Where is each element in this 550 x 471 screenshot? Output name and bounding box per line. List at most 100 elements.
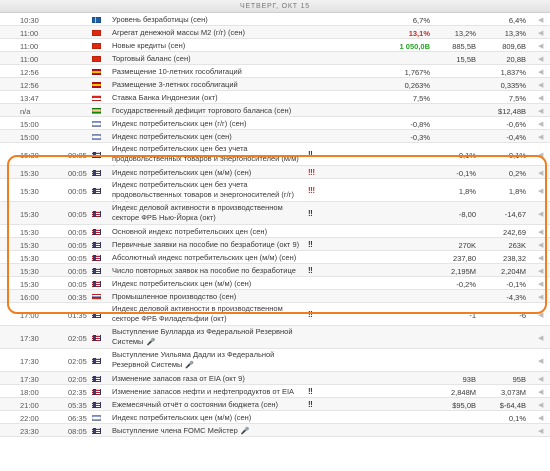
event-row[interactable]: 12:56 Размещение 10-летних гособлигаций 1,… xyxy=(0,65,550,78)
expand-arrow-icon[interactable]: ◀ xyxy=(538,16,543,24)
event-row[interactable]: 15:30 00:05 Индекс деловой активности в пр… xyxy=(0,202,550,225)
expand-arrow-icon[interactable]: ◀ xyxy=(538,94,543,102)
expand-arrow-icon[interactable]: ◀ xyxy=(538,120,543,128)
event-name[interactable]: Выступление Уильяма Дадли из Федеральной… xyxy=(112,350,302,371)
event-row[interactable]: 15:00 Индекс потребительских цен (г/г) (с… xyxy=(0,117,550,130)
expand-arrow-icon[interactable]: ◀ xyxy=(538,280,543,288)
expand-arrow-icon[interactable]: ◀ xyxy=(538,55,543,63)
event-name[interactable]: Размещение 10-летних гособлигаций xyxy=(112,67,302,77)
usa-flag-icon xyxy=(92,281,101,287)
event-name[interactable]: Индекс потребительских цен (м/м) (сен) xyxy=(112,413,302,423)
expand-arrow-icon[interactable]: ◀ xyxy=(538,42,543,50)
time-left: 01:35 xyxy=(68,311,87,320)
event-time: 15:30 xyxy=(20,151,39,160)
usa-flag-icon xyxy=(92,255,101,261)
expand-arrow-icon[interactable]: ◀ xyxy=(538,81,543,89)
event-row[interactable]: 11:00 Новые кредиты (сен) 1 050,0B 885,5B 80… xyxy=(0,39,550,52)
event-row[interactable]: 13:47 Ставка Банка Индонезии (окт) 7,5% 7,5… xyxy=(0,91,550,104)
expand-arrow-icon[interactable]: ◀ xyxy=(538,187,543,195)
event-name[interactable]: Первичные заявки на пособие по безработи… xyxy=(112,240,302,250)
expand-arrow-icon[interactable]: ◀ xyxy=(538,210,543,218)
expand-arrow-icon[interactable]: ◀ xyxy=(538,133,543,141)
expand-arrow-icon[interactable]: ◀ xyxy=(538,311,543,319)
event-row[interactable]: n/a Государственный дефицит торгового бал… xyxy=(0,104,550,117)
sweden-flag-icon xyxy=(92,17,101,23)
expand-arrow-icon[interactable]: ◀ xyxy=(538,357,543,365)
event-row[interactable]: 16:00 00:35 Промышленное производство (сен… xyxy=(0,290,550,303)
time-left: 00:05 xyxy=(68,210,87,219)
event-row[interactable]: 11:00 Агрегат денежной массы М2 (г/г) (се… xyxy=(0,26,550,39)
event-time: 13:47 xyxy=(20,94,39,103)
importance-medium-icon: !! xyxy=(308,266,313,275)
event-name[interactable]: Абсолютный индекс потребительских цен (м… xyxy=(112,253,302,263)
expand-arrow-icon[interactable]: ◀ xyxy=(538,107,543,115)
expand-arrow-icon[interactable]: ◀ xyxy=(538,293,543,301)
event-name[interactable]: Уровень безработицы (сен) xyxy=(112,15,302,25)
expand-arrow-icon[interactable]: ◀ xyxy=(538,151,543,159)
expand-arrow-icon[interactable]: ◀ xyxy=(538,228,543,236)
actual-value: 1 050,0B xyxy=(399,42,430,51)
event-row[interactable]: 21:00 05:35 Ежемесячный отчёт о состоянии … xyxy=(0,398,550,411)
event-row[interactable]: 15:30 00:05 Индекс потребительских цен без… xyxy=(0,179,550,209)
day-header: ЧЕТВЕРГ, ОКТ 15 xyxy=(0,0,550,13)
indonesia-flag-icon xyxy=(92,95,101,101)
actual-value: 13,1% xyxy=(408,29,430,38)
event-row[interactable]: 15:30 00:05 Основной индекс потребительски… xyxy=(0,225,550,238)
expand-arrow-icon[interactable]: ◀ xyxy=(538,375,543,383)
event-row[interactable]: 23:30 08:05 Выступление члена FOMC Мейстер… xyxy=(0,424,550,437)
expand-arrow-icon[interactable]: ◀ xyxy=(538,388,543,396)
expand-arrow-icon[interactable]: ◀ xyxy=(538,169,543,177)
expand-arrow-icon[interactable]: ◀ xyxy=(538,254,543,262)
event-name[interactable]: Агрегат денежной массы М2 (г/г) (сен) xyxy=(112,28,302,38)
event-name[interactable]: Индекс потребительских цен (м/м) (сен) xyxy=(112,279,302,289)
forecast-value: 2,848M xyxy=(450,388,476,397)
event-name[interactable]: Индекс потребительских цен (г/г) (сен) xyxy=(112,119,302,129)
expand-arrow-icon[interactable]: ◀ xyxy=(538,68,543,76)
event-row[interactable]: 15:30 00:05 Индекс потребительских цен (м/… xyxy=(0,277,550,290)
event-row[interactable]: 15:30 00:05 Первичные заявки на пособие по… xyxy=(0,238,550,251)
event-name[interactable]: Государственный дефицит торгового баланс… xyxy=(112,106,302,116)
event-row[interactable]: 17:00 01:35 Индекс деловой активности в пр… xyxy=(0,303,550,326)
event-name[interactable]: Ставка Банка Индонезии (окт) xyxy=(112,93,302,103)
event-row[interactable]: 22:00 06:35 Индекс потребительских цен (м/… xyxy=(0,411,550,424)
event-name[interactable]: Торговый баланс (сен) xyxy=(112,54,302,64)
forecast-value: 237,80 xyxy=(453,254,476,263)
event-name[interactable]: Ежемесячный отчёт о состоянии бюджета (с… xyxy=(112,400,302,410)
event-row[interactable]: 18:00 02:35 Изменение запасов нефти и нефт… xyxy=(0,385,550,406)
expand-arrow-icon[interactable]: ◀ xyxy=(538,241,543,249)
event-name[interactable]: Изменение запасов газа от EIA (окт 9) xyxy=(112,374,302,384)
event-name[interactable]: Основной индекс потребительских цен (сен… xyxy=(112,227,302,237)
expand-arrow-icon[interactable]: ◀ xyxy=(538,267,543,275)
event-name[interactable]: Новые кредиты (сен) xyxy=(112,41,302,51)
expand-arrow-icon[interactable]: ◀ xyxy=(538,401,543,409)
time-left: 02:35 xyxy=(68,388,87,397)
event-row[interactable]: 15:30 00:05 Абсолютный индекс потребительс… xyxy=(0,251,550,264)
event-row[interactable]: 12:56 Размещение 3-летних гособлигаций 0,2… xyxy=(0,78,550,91)
event-name[interactable]: Промышленное производство (сен) xyxy=(112,292,302,302)
event-name[interactable]: Индекс потребительских цен (сен) xyxy=(112,132,302,142)
event-name[interactable]: Размещение 3-летних гособлигаций xyxy=(112,80,302,90)
event-name[interactable]: Индекс деловой активности в производстве… xyxy=(112,203,302,223)
expand-arrow-icon[interactable]: ◀ xyxy=(538,414,543,422)
event-row[interactable]: 17:30 02:05 Выступление Уильяма Дадли из Ф… xyxy=(0,349,550,372)
event-name[interactable]: Индекс потребительских цен (м/м) (сен) xyxy=(112,168,302,178)
forecast-value: 0,1% xyxy=(458,151,476,160)
event-name[interactable]: Выступление Булларда из Федеральной Резе… xyxy=(112,327,302,348)
usa-flag-icon xyxy=(92,229,101,235)
event-row[interactable]: 15:30 00:05 Индекс потребительских цен (м/… xyxy=(0,166,550,179)
event-row[interactable]: 17:30 02:05 Выступление Булларда из Федера… xyxy=(0,326,550,349)
event-row[interactable]: 15:00 Индекс потребительских цен (сен) -0,… xyxy=(0,130,550,143)
event-row[interactable]: 15:30 00:05 Число повторных заявок на посо… xyxy=(0,264,550,285)
expand-arrow-icon[interactable]: ◀ xyxy=(538,29,543,37)
event-name[interactable]: Индекс деловой активности в производстве… xyxy=(112,304,302,324)
time-left: 00:05 xyxy=(68,254,87,263)
event-name[interactable]: Выступление члена FOMC Мейстер 🎤 xyxy=(112,426,302,437)
event-row[interactable]: 11:00 Торговый баланс (сен) 15,5B 20,8B ◀ xyxy=(0,52,550,65)
expand-arrow-icon[interactable]: ◀ xyxy=(538,334,543,342)
expand-arrow-icon[interactable]: ◀ xyxy=(538,427,543,435)
event-row[interactable]: 15:30 00:05 Индекс потребительских цен без… xyxy=(0,143,550,173)
event-row[interactable]: 10:30 Уровень безработицы (сен) 6,7% 6,4% ◀ xyxy=(0,13,550,26)
event-time: 15:00 xyxy=(20,133,39,142)
event-row[interactable]: 17:30 02:05 Изменение запасов газа от EIA … xyxy=(0,372,550,385)
forecast-value: 1,8% xyxy=(458,187,476,196)
